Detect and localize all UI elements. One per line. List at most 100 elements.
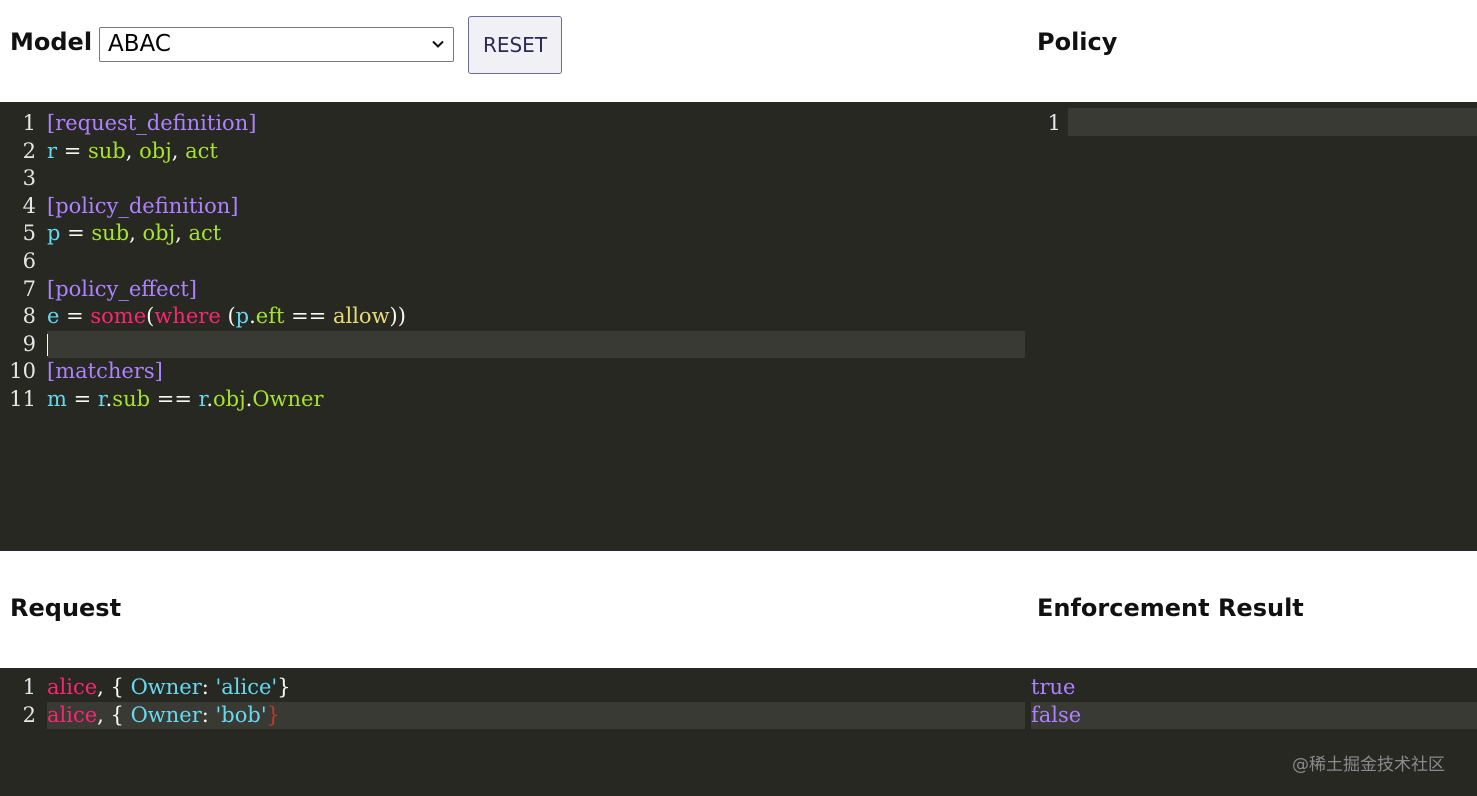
model-editor-lines[interactable]: [request_definition] r = sub, obj, act [po… [47, 110, 1025, 414]
code-token: = [57, 138, 88, 163]
code-token: . [249, 304, 256, 329]
policy-editor-gutter: 1 [1025, 110, 1061, 138]
code-token: } [277, 675, 291, 699]
code-token: act [185, 138, 218, 163]
code-token: == [284, 304, 333, 329]
line-number: 5 [22, 221, 36, 246]
code-token: [policy_effect] [47, 276, 198, 301]
code-token: { [110, 702, 131, 727]
code-line[interactable]: e = some(where (p.eft == allow)) [47, 303, 1025, 331]
code-token: , [125, 138, 140, 163]
result-line: false [1031, 701, 1477, 730]
code-token: Owner [130, 702, 202, 727]
line-number: 2 [22, 702, 36, 727]
model-select[interactable]: ABAC [99, 27, 454, 62]
result-editor: true false [1025, 668, 1477, 796]
code-token: == [150, 386, 199, 411]
code-token: } [266, 702, 280, 727]
code-line[interactable]: m = r.sub == r.obj.Owner [47, 386, 1025, 414]
code-token: , [175, 221, 189, 246]
code-token: Owner [130, 675, 202, 699]
model-editor-gutter: 1 2 3 4 5 6 7 8 9 10 11 [0, 110, 36, 414]
code-token: r [97, 386, 106, 411]
code-token: : [201, 702, 216, 727]
code-token: , [97, 702, 111, 727]
code-token: p [235, 304, 250, 329]
code-line[interactable]: [matchers] [47, 358, 1025, 386]
code-token: r [47, 138, 58, 163]
line-number: 8 [22, 304, 36, 329]
code-token: sub [91, 221, 130, 246]
code-token: alice [47, 675, 98, 699]
request-title: Request [10, 594, 122, 622]
code-token: [matchers] [47, 359, 163, 384]
reset-button[interactable]: RESET [468, 16, 562, 74]
code-token: ( [220, 304, 236, 329]
code-token: allow [332, 304, 390, 329]
result-line: true [1031, 674, 1477, 702]
code-line[interactable]: r = sub, obj, act [47, 138, 1025, 166]
code-token: = [60, 221, 92, 246]
code-token: Owner [252, 386, 324, 411]
enforcement-result-title: Enforcement Result [1037, 594, 1304, 622]
line-number: 4 [22, 193, 36, 218]
line-number: 1 [1047, 111, 1061, 135]
code-token: sub [88, 138, 126, 163]
line-number: 1 [22, 111, 36, 135]
model-select-value: ABAC [108, 31, 171, 57]
code-token: 'bob' [215, 702, 267, 727]
code-token: obj [139, 138, 172, 163]
code-token: . [206, 386, 214, 411]
code-token: where [154, 304, 221, 329]
code-token: act [188, 221, 222, 246]
watermark: @稀土掘金技术社区 [1292, 755, 1445, 775]
code-token: 'alice' [215, 675, 278, 699]
text-cursor [47, 334, 48, 357]
code-token: )) [389, 304, 406, 329]
request-editor-gutter: 12 [0, 674, 36, 729]
policy-editor[interactable]: 1 [1025, 102, 1477, 551]
code-line[interactable]: [request_definition] [47, 110, 1025, 138]
code-token: = [66, 386, 98, 411]
code-token: = [59, 304, 91, 329]
policy-title: Policy [1037, 28, 1118, 56]
line-number: 11 [9, 386, 36, 411]
code-line[interactable] [47, 330, 1025, 359]
code-token: , [97, 675, 111, 699]
code-token: alice [47, 702, 98, 727]
policy-active-line[interactable] [1068, 108, 1477, 136]
code-token: , [129, 221, 143, 246]
code-line[interactable] [47, 165, 1025, 193]
code-token: obj [142, 221, 176, 246]
code-token: { [110, 675, 131, 699]
code-token: eft [255, 304, 285, 329]
code-token: [policy_definition] [47, 193, 239, 218]
line-number: 1 [22, 675, 36, 699]
code-token: some [90, 304, 147, 329]
code-token: sub [112, 386, 151, 411]
line-number: 10 [9, 359, 36, 384]
model-label: Model [10, 28, 93, 56]
code-token: e [47, 304, 60, 329]
code-line[interactable]: [policy_definition] [47, 193, 1025, 221]
line-number: 3 [22, 166, 36, 191]
request-editor-lines[interactable]: alice, { Owner: 'alice'} alice, { Owner: … [47, 674, 1025, 730]
line-number: 2 [22, 138, 36, 163]
line-number: 9 [22, 331, 36, 356]
line-number: 7 [22, 276, 36, 301]
code-line[interactable] [47, 248, 1025, 276]
code-token: obj [213, 386, 246, 411]
code-token: , [171, 138, 186, 163]
result-value: false [1031, 702, 1082, 727]
code-line[interactable]: alice, { Owner: 'alice'} [47, 674, 1025, 702]
model-editor[interactable]: 1 2 3 4 5 6 7 8 9 10 11 [request_definition] r = su… [0, 102, 1025, 551]
result-value: true [1031, 675, 1076, 699]
code-token: : [201, 675, 216, 699]
code-token: p [47, 221, 61, 246]
code-line[interactable]: [policy_effect] [47, 276, 1025, 304]
code-line[interactable]: p = sub, obj, act [47, 220, 1025, 248]
code-line[interactable]: alice, { Owner: 'bob'} [47, 701, 1025, 730]
request-editor[interactable]: 12 alice, { Owner: 'alice'} alice, { Owne… [0, 668, 1025, 796]
line-number: 6 [22, 248, 36, 273]
code-token: m [47, 386, 67, 411]
